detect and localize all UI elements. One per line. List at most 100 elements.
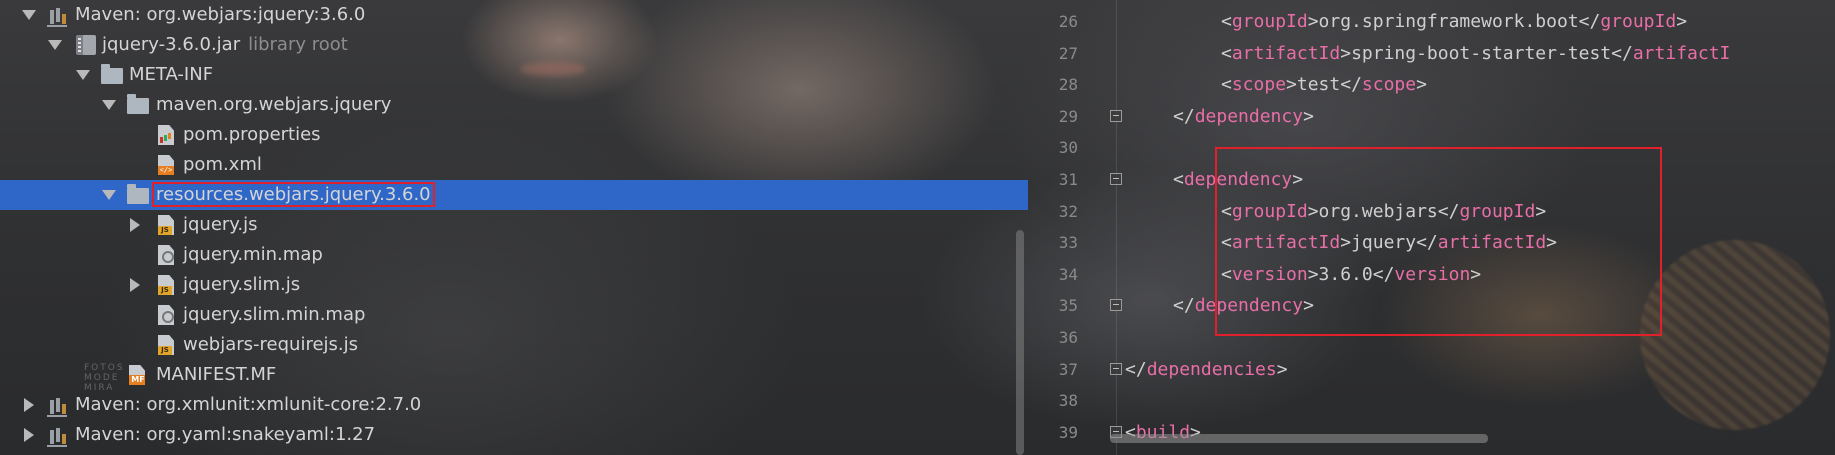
editor-horizontal-scrollbar[interactable]: [1110, 434, 1488, 443]
jar-icon: [76, 35, 96, 55]
line-number: 28: [1058, 75, 1078, 95]
library-icon: [47, 395, 67, 417]
code-text: <groupId>org.springframework.boot</group…: [1221, 6, 1687, 37]
project-tree: Maven: org.webjars:jquery:3.6.0 jquery-3…: [0, 0, 1028, 455]
tree-node-label: jquery.min.map: [183, 244, 323, 265]
tree-node-label: pom.properties: [183, 124, 321, 145]
properties-file-icon: [158, 125, 174, 145]
tree-node-maven-org-webjars-jquery[interactable]: maven.org.webjars.jquery: [0, 90, 1028, 120]
tree-node-meta-inf[interactable]: META-INF: [0, 60, 1028, 90]
map-file-icon: [158, 245, 174, 265]
tree-node-jquery-js[interactable]: jquery.js: [0, 210, 1028, 240]
tree-node-label: Maven: org.yaml:snakeyaml:1.27: [75, 424, 376, 445]
xml-file-icon: [158, 155, 174, 175]
collapse-arrow-icon[interactable]: [100, 180, 116, 210]
code-text: </dependency>: [1173, 101, 1314, 132]
line-number: 29: [1058, 106, 1078, 126]
tree-node-jquery-slim-min-map[interactable]: jquery.slim.min.map: [0, 300, 1028, 330]
tree-node-label: webjars-requirejs.js: [183, 334, 358, 355]
xml-tag-name: scope: [1231, 74, 1287, 96]
tree-node-webjars-requirejs[interactable]: webjars-requirejs.js: [0, 330, 1028, 360]
xml-tag-name: groupId: [1231, 11, 1308, 32]
code-text: <build>: [1125, 417, 1201, 448]
xml-text-value: org.springframework.boot: [1318, 11, 1579, 32]
tag-bracket: </: [1340, 74, 1362, 96]
tree-node-label: jquery.js: [183, 214, 258, 235]
tree-node-resources-webjars-jquery[interactable]: resources.webjars.jquery.3.6.0: [0, 180, 1028, 210]
tree-node-maven-snakeyaml[interactable]: Maven: org.yaml:snakeyaml:1.27: [0, 420, 1028, 450]
xml-tag-name: dependencies: [1146, 358, 1277, 380]
tag-bracket: </: [1578, 11, 1601, 32]
tree-node-label: Maven: org.xmlunit:xmlunit-core:2.7.0: [75, 394, 422, 415]
js-file-icon: [158, 335, 174, 355]
tree-node-label: maven.org.webjars.jquery: [156, 94, 392, 115]
tree-node-label: Maven: org.webjars:jquery:3.6.0: [75, 4, 366, 25]
collapse-arrow-icon[interactable]: [20, 0, 36, 30]
line-number: 39: [1058, 422, 1078, 442]
tree-node-pom-xml[interactable]: pom.xml: [0, 150, 1028, 180]
tag-bracket: >: [1676, 11, 1688, 32]
line-number: 30: [1058, 138, 1078, 158]
folder-icon: [127, 94, 149, 114]
tree-node-manifest-mf[interactable]: MANIFEST.MF: [0, 360, 1028, 390]
folder-icon: [101, 64, 123, 84]
tree-node-maven-xmlunit[interactable]: Maven: org.xmlunit:xmlunit-core:2.7.0: [0, 390, 1028, 420]
code-text: <artifactId>spring-boot-starter-test</ar…: [1221, 38, 1730, 69]
line-number: 32: [1058, 201, 1078, 221]
tag-bracket: >: [1276, 358, 1288, 380]
xml-tag-name: groupId: [1600, 11, 1677, 32]
code-line[interactable]: 26 <groupId>org.springframework.boot</gro…: [1028, 6, 1835, 37]
xml-tag-name: artifactI: [1632, 42, 1731, 64]
expand-arrow-icon[interactable]: [126, 270, 142, 300]
code-line[interactable]: 29 </dependency>: [1028, 101, 1835, 132]
code-line[interactable]: 27 <artifactId>spring-boot-starter-test</…: [1028, 38, 1835, 69]
line-number: 37: [1058, 359, 1078, 379]
code-line[interactable]: 39 <build>: [1028, 417, 1835, 448]
js-file-icon: [158, 275, 174, 295]
fold-marker-icon[interactable]: [1110, 299, 1122, 312]
tag-bracket: >: [1286, 74, 1297, 96]
tree-node-maven-jquery[interactable]: Maven: org.webjars:jquery:3.6.0: [0, 0, 1028, 30]
tree-scrollbar[interactable]: [1016, 230, 1024, 455]
tree-node-label: jquery.slim.js: [183, 274, 301, 295]
tree-node-label: jquery-3.6.0.jar: [102, 34, 241, 55]
collapse-arrow-icon[interactable]: [100, 90, 116, 120]
code-line[interactable]: 37 </dependencies>: [1028, 354, 1835, 385]
line-number: 31: [1058, 170, 1078, 189]
line-number: 35: [1058, 296, 1078, 316]
line-number: 27: [1058, 43, 1078, 63]
tag-bracket: <: [1221, 11, 1232, 32]
tree-node-label: pom.xml: [183, 154, 262, 175]
xml-tag-name: artifactId: [1231, 42, 1341, 64]
tree-node-label-highlighted: resources.webjars.jquery.3.6.0: [152, 182, 435, 207]
background-watermark: FOTOS MODE MIRA: [84, 363, 125, 393]
tree-node-label: jquery.slim.min.map: [183, 304, 366, 325]
code-text: <scope>test</scope>: [1221, 69, 1427, 100]
tag-bracket: >: [1303, 105, 1314, 127]
collapse-arrow-icon[interactable]: [46, 30, 62, 60]
tree-node-jquery-min-map[interactable]: jquery.min.map: [0, 240, 1028, 270]
code-line[interactable]: 38: [1028, 385, 1835, 416]
expand-arrow-icon[interactable]: [126, 210, 142, 240]
tag-bracket: >: [1307, 11, 1319, 32]
line-number: 36: [1058, 328, 1078, 347]
tree-node-pom-properties[interactable]: pom.properties: [0, 120, 1028, 150]
fold-marker-icon[interactable]: [1110, 173, 1122, 185]
code-line[interactable]: 28 <scope>test</scope>: [1028, 69, 1835, 100]
tag-bracket: <: [1221, 74, 1232, 96]
tag-bracket: </: [1173, 105, 1195, 127]
expand-arrow-icon[interactable]: [20, 420, 36, 450]
collapse-arrow-icon[interactable]: [74, 60, 90, 90]
tag-bracket: </: [1173, 295, 1195, 317]
xml-tag-name: dependency: [1194, 105, 1304, 127]
tree-node-jquery-slim-js[interactable]: jquery.slim.js: [0, 270, 1028, 300]
fold-marker-icon[interactable]: [1110, 109, 1122, 122]
xml-text-value: spring-boot-starter-test: [1351, 42, 1612, 64]
expand-arrow-icon[interactable]: [20, 390, 36, 420]
tree-node-jquery-jar[interactable]: jquery-3.6.0.jar library root: [0, 30, 1028, 60]
map-file-icon: [158, 305, 174, 325]
tag-bracket: >: [1340, 42, 1352, 64]
tree-node-label: MANIFEST.MF: [156, 364, 277, 385]
fold-marker-icon[interactable]: [1110, 362, 1122, 375]
js-file-icon: [158, 215, 174, 235]
